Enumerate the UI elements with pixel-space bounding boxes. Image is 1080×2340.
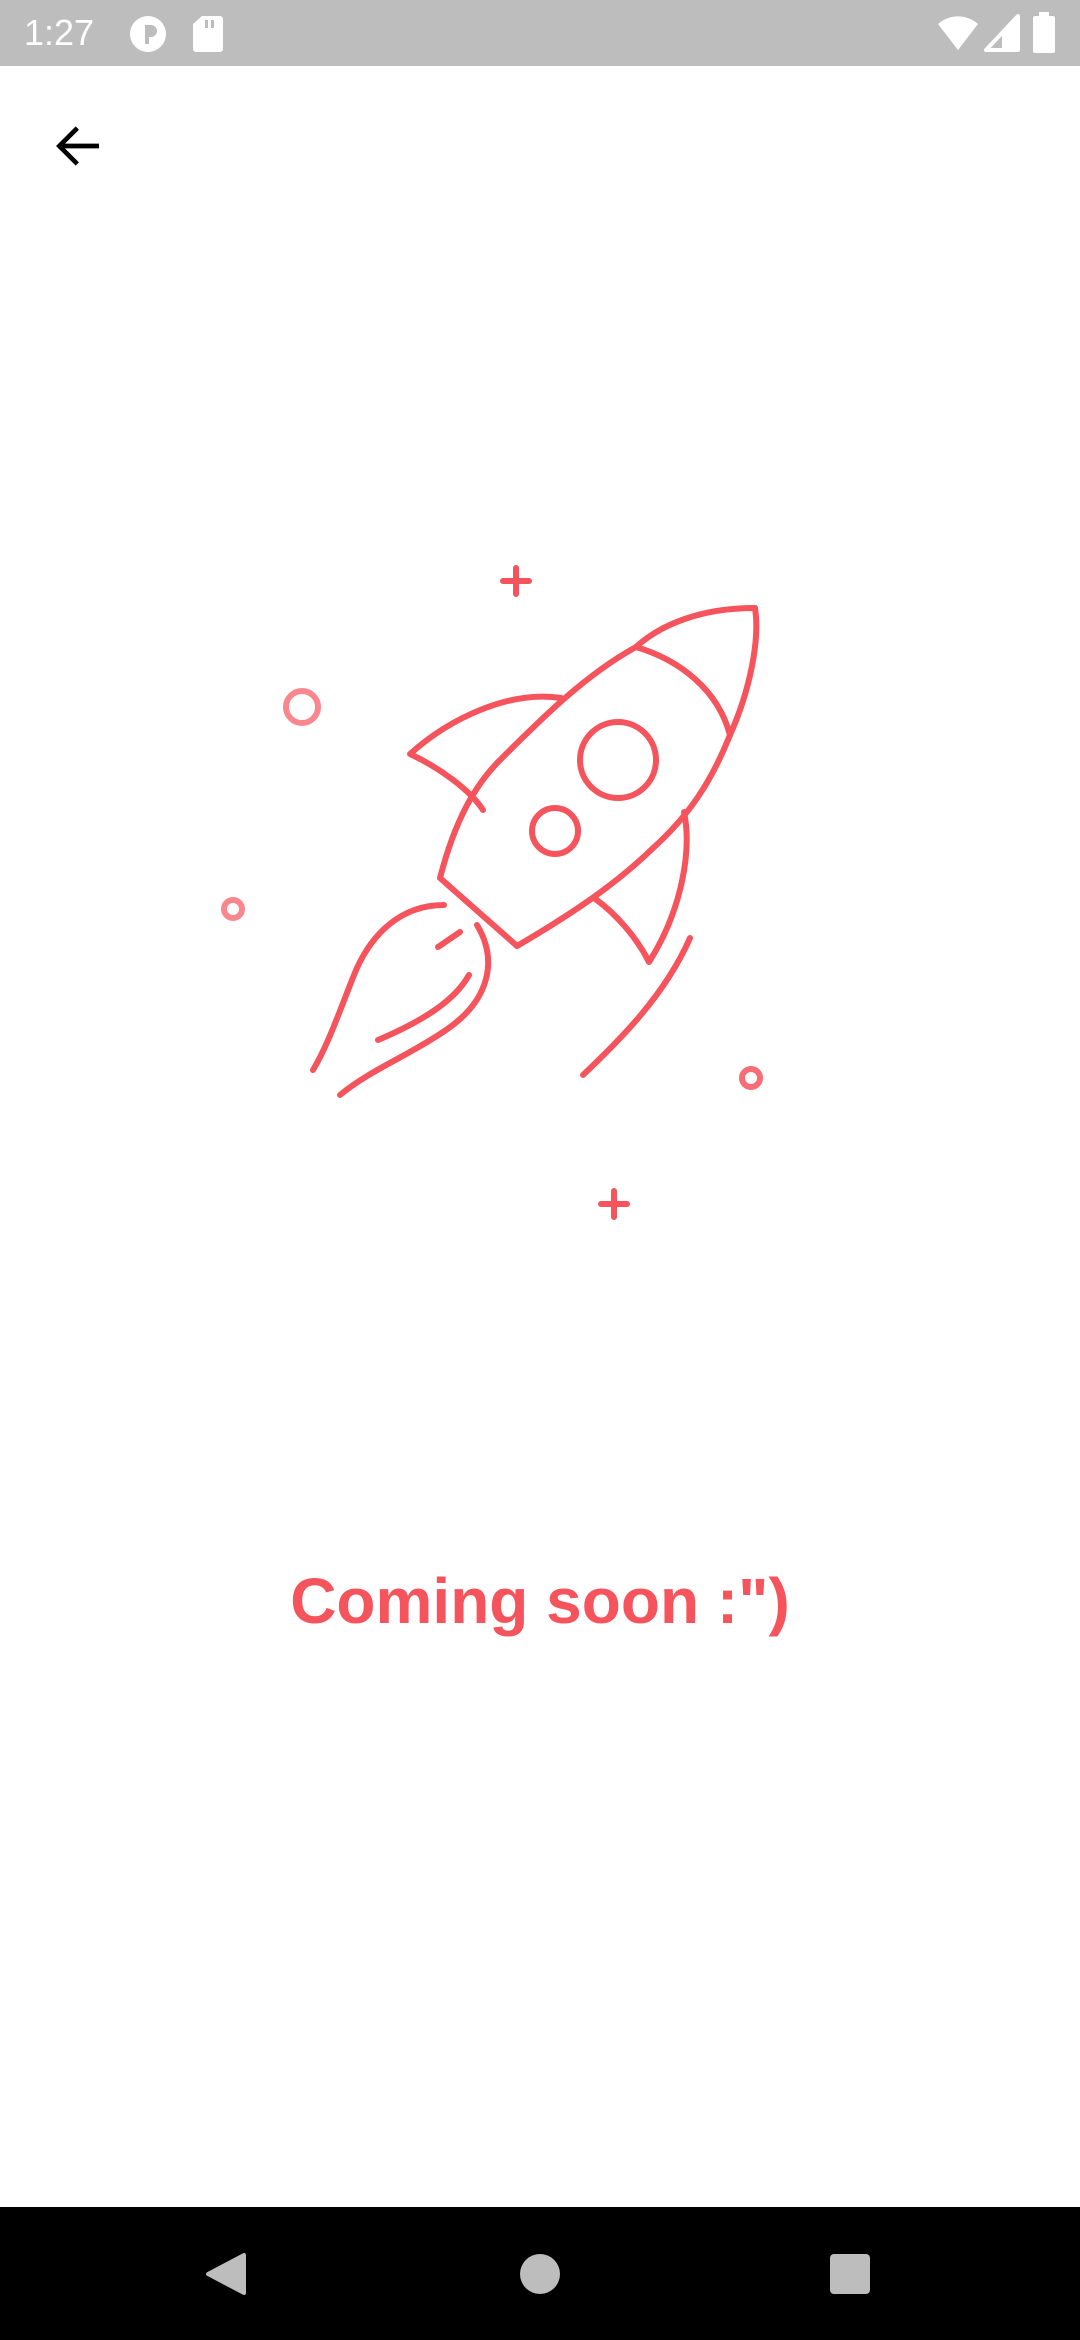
sparkle-circle-large bbox=[283, 688, 321, 726]
rocket-flame-spark bbox=[435, 929, 463, 950]
cell-signal-icon bbox=[984, 14, 1020, 52]
nav-recents-button[interactable] bbox=[780, 2207, 920, 2340]
notification-badge-icon bbox=[130, 16, 166, 52]
status-bar: 1:27 bbox=[0, 0, 1080, 66]
sparkle-circle-small bbox=[221, 897, 245, 921]
home-circle-icon bbox=[520, 2253, 560, 2294]
nav-home-button[interactable] bbox=[470, 2207, 610, 2340]
coming-soon-message: Coming soon :") bbox=[0, 1553, 1080, 1649]
sd-card-icon bbox=[193, 16, 223, 52]
sparkle-plus-bottom bbox=[598, 1188, 630, 1220]
rocket-speed-line bbox=[580, 935, 693, 1078]
rocket-body bbox=[437, 605, 760, 949]
rocket-flame-inner bbox=[375, 972, 472, 1043]
nav-back-button[interactable] bbox=[156, 2207, 296, 2340]
back-button[interactable] bbox=[40, 108, 116, 184]
back-triangle-icon bbox=[206, 2252, 246, 2295]
system-nav-bar bbox=[0, 2207, 1080, 2340]
rocket-window-small bbox=[529, 805, 581, 857]
rocket-nose-line bbox=[633, 644, 733, 738]
arrow-back-icon bbox=[56, 126, 99, 166]
rocket-flame-outer-2 bbox=[337, 922, 492, 1098]
coming-soon-text: Coming soon :") bbox=[290, 1565, 790, 1637]
sparkle-plus-top bbox=[500, 565, 532, 597]
rocket-fin-left bbox=[407, 693, 564, 813]
sparkle-circle-right bbox=[739, 1066, 763, 1090]
status-time: 1:27 bbox=[24, 12, 95, 53]
wifi-icon bbox=[938, 16, 978, 50]
battery-icon bbox=[1033, 12, 1055, 53]
rocket-illustration bbox=[221, 565, 763, 1220]
recents-square-icon bbox=[830, 2253, 870, 2294]
rocket-window-large bbox=[577, 719, 659, 801]
